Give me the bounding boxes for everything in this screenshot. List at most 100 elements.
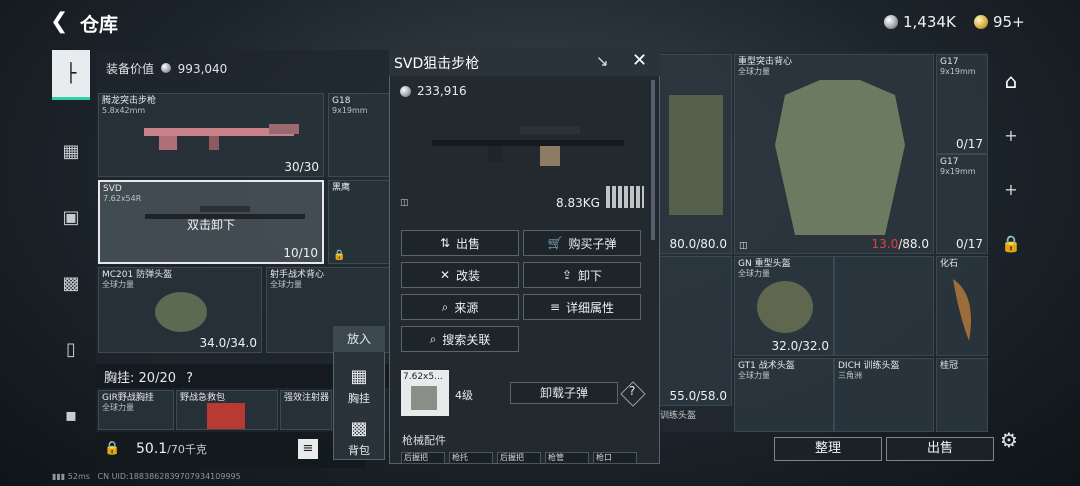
attachment-slot[interactable]: 枪托 (449, 452, 493, 464)
wrench-icon: ✕ (439, 268, 451, 282)
sniper-rifle-icon (432, 126, 624, 166)
popup-title: SVD狙击步枪 (394, 56, 480, 72)
nav-backpack[interactable]: ▩ (52, 258, 90, 308)
storage-tabs: ⌂ + + 🔒 (994, 58, 1028, 438)
silver-coin-icon (400, 85, 411, 97)
marked-icon: ◫ (400, 198, 409, 208)
lock-icon: 🔒 (333, 250, 346, 261)
storage-item[interactable]: 55.0/58.0 (658, 256, 732, 406)
sell-button[interactable]: 出售 (886, 437, 994, 461)
add-tab-button[interactable]: + (994, 112, 1028, 158)
battery-icon: ▮▮▮ (52, 472, 66, 481)
chest-item[interactable]: 强效注射器 (280, 390, 332, 430)
gold-coin-icon (974, 15, 988, 29)
gold-currency[interactable]: 95+ (974, 12, 1025, 32)
sell-icon: ⇅ (439, 236, 451, 250)
storage-item-dich-helmet[interactable]: DICH 训练头盔 三角洲 (834, 358, 934, 432)
chest-item[interactable]: 野战急救包 (176, 390, 278, 430)
plus-icon: + (1004, 125, 1018, 145)
put-in-title: 放入 (333, 326, 385, 352)
storage-item-g17[interactable]: G17 9x19mm 0/17 (936, 54, 988, 154)
ammo-slot[interactable]: 7.62x5... (401, 370, 449, 416)
silver-amount: 1,434K (903, 13, 956, 31)
briefcase-icon: ▪ (64, 404, 78, 426)
item-helmet[interactable]: MC201 防弹头盔 全球力量 34.0/34.0 (98, 267, 262, 353)
storage-item-heavy-vest[interactable]: 重型突击背心 全球力量 ◫ 13.0/88.0 (734, 54, 934, 254)
bottle-icon: ▯ (66, 338, 76, 360)
source-button[interactable]: ⌕ 来源 (401, 294, 519, 320)
helmet-icon (155, 292, 207, 332)
nav-vest[interactable]: ▦ (52, 126, 90, 176)
collapse-icon[interactable]: ↘ (596, 52, 609, 70)
item-primary-weapon[interactable]: 腾龙突击步枪 5.8x42mm 30/30 (98, 93, 324, 177)
equip-value: 装备价值 993,040 (106, 62, 228, 76)
item-price: 233,916 (400, 84, 467, 98)
backpack-icon: ▩ (62, 272, 80, 294)
search-icon: ⌕ (429, 331, 437, 346)
silver-coin-icon (884, 15, 898, 29)
fang-icon (953, 279, 971, 341)
storage-item-fossil[interactable]: 化石 (936, 256, 988, 356)
organize-button[interactable]: 整理 (774, 437, 882, 461)
attachment-slot[interactable]: 枪口 (593, 452, 637, 464)
nav-weapons[interactable]: ├ (52, 50, 90, 100)
attachment-slot[interactable]: 后握把 (497, 452, 541, 464)
storage-item-laurel[interactable]: 桂冠 (936, 358, 988, 432)
storage-item-g17[interactable]: G17 9x19mm 0/17 (936, 154, 988, 254)
vault-icon: ⌂ (1004, 69, 1018, 93)
attachment-slot[interactable]: 后握把 (401, 452, 445, 464)
cart-icon: 🛒 (547, 236, 563, 250)
nav-supplies[interactable]: ▯ (52, 324, 90, 374)
unload-ammo-button[interactable]: 卸载子弹 (510, 382, 618, 404)
backpack-icon: ▩ (350, 418, 368, 439)
search-icon: ⌕ (441, 299, 449, 314)
chest-item[interactable]: GIR野战胸挂 全球力量 (98, 390, 174, 430)
ammo-box-icon (411, 386, 437, 410)
put-in-backpack-button[interactable]: ▩ 背包 (333, 410, 385, 460)
ammo-level: 4级 (455, 389, 473, 402)
warehouse-tab[interactable]: ⌂ (994, 58, 1028, 104)
ammo-name: 7.62x5... (403, 372, 443, 382)
item-weight: 8.83KG (556, 196, 600, 210)
add-tab-button[interactable]: + (994, 166, 1028, 212)
attachments-label: 枪械配件 (402, 434, 446, 447)
nav-case[interactable]: ▪ (52, 390, 90, 440)
armor-vest-icon (775, 80, 905, 235)
lock-icon: 🔒 (1001, 233, 1021, 253)
item-svd-selected[interactable]: SVD 7.62x54R 双击卸下 10/10 (98, 180, 324, 264)
details-button[interactable]: ≡ 详细属性 (523, 294, 641, 320)
item-melee[interactable]: 黑鹰 🔒 (328, 180, 390, 264)
close-icon[interactable]: ✕ (632, 50, 647, 71)
search-related-button[interactable]: ⌕ 搜索关联 (401, 326, 519, 352)
page-title: 仓库 (80, 14, 119, 36)
ping-text: 52ms (67, 472, 90, 481)
grid-size-icon (606, 186, 644, 208)
lock-icon: 🔒 (104, 441, 121, 456)
upload-icon: ⇪ (561, 268, 573, 282)
list-icon: ≡ (549, 300, 561, 314)
storage-item-gt1-helmet[interactable]: GT1 战术头盔 全球力量 (734, 358, 834, 432)
modify-button[interactable]: ✕ 改装 (401, 262, 519, 288)
nav-armor[interactable]: ▣ (52, 192, 90, 242)
helmet-icon (757, 281, 813, 333)
locked-tab[interactable]: 🔒 (994, 220, 1028, 266)
vest-icon: ▦ (62, 140, 80, 162)
back-arrow-icon[interactable]: ❮ (50, 10, 72, 34)
vest-icon: ▦ (350, 366, 368, 387)
help-icon[interactable]: ? (186, 371, 193, 386)
popup-scrollbar[interactable] (651, 80, 655, 240)
uid-text: CN UID:1883862839707934109995 (97, 472, 241, 481)
list-view-icon[interactable]: ≡ (298, 439, 318, 459)
carry-weight: 50.1/70千克 (136, 441, 207, 457)
buy-ammo-button[interactable]: 🛒 购买子弹 (523, 230, 641, 256)
storage-item-label: 训练头盔 (660, 411, 697, 421)
storage-item-gn-helmet[interactable]: GN 重型头盔 全球力量 32.0/32.0 (734, 256, 834, 356)
storage-item[interactable]: 80.0/80.0 (658, 54, 732, 254)
sell-item-button[interactable]: ⇅ 出售 (401, 230, 519, 256)
attachment-slot[interactable]: 枪管 (545, 452, 589, 464)
item-sidearm[interactable]: G18 9x19mm (328, 93, 390, 177)
gear-icon[interactable]: ⚙ (1000, 428, 1018, 452)
storage-item-empty[interactable] (834, 256, 934, 356)
put-in-chest-button[interactable]: ▦ 胸挂 (333, 358, 385, 408)
unequip-button[interactable]: ⇪ 卸下 (523, 262, 641, 288)
